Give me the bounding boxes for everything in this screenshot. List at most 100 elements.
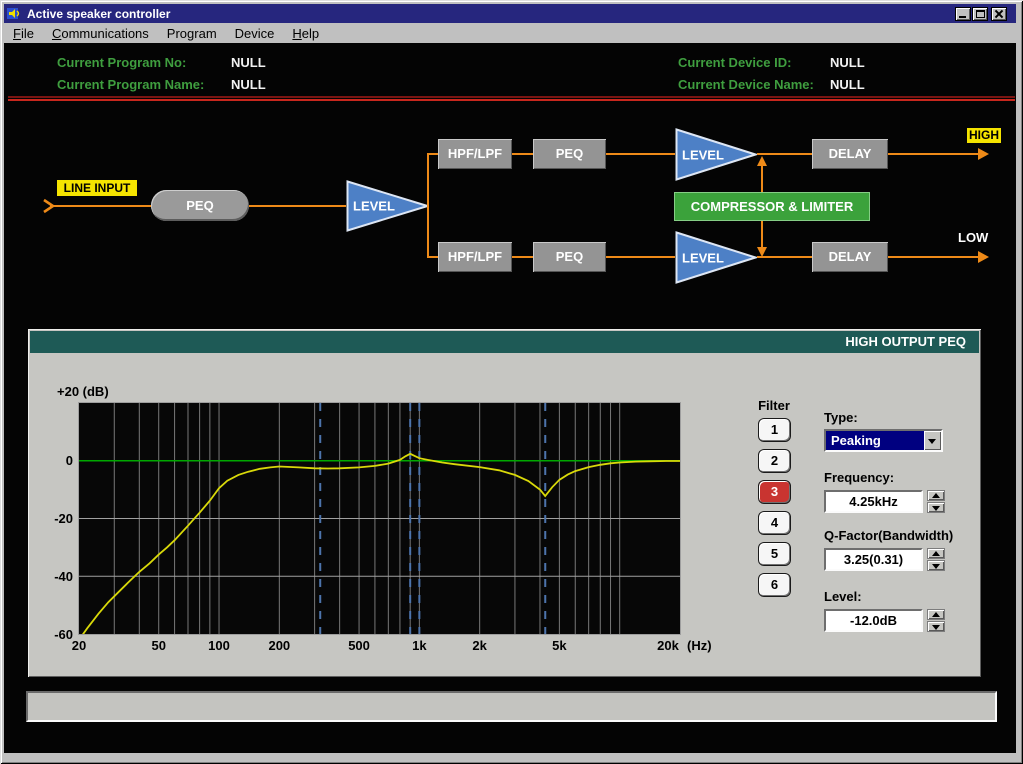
q-factor-input[interactable]: 3.25(0.31) [824, 548, 923, 571]
device-name-label: Current Device Name: [678, 77, 814, 92]
low-peq-node[interactable]: PEQ [533, 242, 606, 272]
high-hpf-node[interactable]: HPF/LPF [438, 139, 512, 169]
signal-line [427, 256, 438, 258]
signal-line [427, 153, 429, 258]
menu-item-device[interactable]: Device [226, 24, 284, 43]
x-axis-tick-label: 200 [257, 638, 301, 653]
chevron-up-icon [932, 493, 940, 498]
menu-bar: FileCommunicationsProgramDeviceHelp [4, 23, 1016, 43]
signal-line [512, 153, 533, 155]
chevron-down-icon [932, 506, 940, 511]
maximize-button[interactable] [972, 7, 988, 21]
level-spinner [927, 609, 945, 632]
signal-line [427, 153, 438, 155]
signal-line [606, 153, 675, 155]
q-factor-spin-up-button[interactable] [927, 548, 945, 559]
program-no-label: Current Program No: [57, 55, 186, 70]
signal-line [50, 205, 151, 207]
filter-button-6[interactable]: 6 [758, 573, 791, 597]
combo-dropdown-button[interactable] [924, 431, 941, 450]
chevron-up-icon [932, 551, 940, 556]
filter-type-select[interactable]: Peaking [824, 429, 943, 452]
window-controls [955, 7, 1007, 21]
window-title: Active speaker controller [27, 7, 955, 21]
signal-line [761, 164, 763, 192]
low-output-label: LOW [958, 230, 988, 245]
x-axis-tick-label: 100 [197, 638, 241, 653]
close-button[interactable] [991, 7, 1007, 21]
low-hpf-node[interactable]: HPF/LPF [438, 242, 512, 272]
app-window: Active speaker controller FileCommunicat… [0, 0, 1023, 764]
high-peq-node[interactable]: PEQ [533, 139, 606, 169]
filter-button-group: 1 2 3 4 5 6 [758, 418, 792, 604]
signal-line [888, 153, 978, 155]
compressor-limiter-node[interactable]: COMPRESSOR & LIMITER [674, 192, 870, 221]
signal-line [606, 256, 675, 258]
separator-line [8, 99, 1015, 101]
high-level-node[interactable]: LEVEL [675, 128, 757, 181]
frequency-spin-down-button[interactable] [927, 502, 945, 513]
line-input-label: LINE INPUT [57, 180, 137, 196]
app-icon [7, 6, 22, 21]
x-axis-unit-label: (Hz) [687, 638, 712, 653]
level-input[interactable]: -12.0dB [824, 609, 923, 632]
filter-section-label: Filter [752, 398, 796, 413]
type-label: Type: [824, 410, 858, 425]
maximize-icon [976, 10, 985, 18]
chevron-down-icon [932, 564, 940, 569]
level-spin-up-button[interactable] [927, 609, 945, 620]
filter-button-2[interactable]: 2 [758, 449, 791, 473]
frequency-spinner [927, 490, 945, 513]
chevron-up-icon [932, 612, 940, 617]
high-output-label: HIGH [967, 128, 1001, 143]
filter-button-5[interactable]: 5 [758, 542, 791, 566]
q-factor-spin-down-button[interactable] [927, 560, 945, 571]
filter-button-1[interactable]: 1 [758, 418, 791, 442]
program-name-value: NULL [231, 77, 266, 92]
chevron-down-icon [932, 625, 940, 630]
signal-line [249, 205, 346, 207]
y-axis-tick-label: -20 [41, 511, 73, 526]
level-label: Level: [824, 589, 862, 604]
low-delay-node[interactable]: DELAY [812, 242, 888, 272]
y-axis-tick-label: 0 [41, 453, 73, 468]
x-axis-tick-label: 20 [57, 638, 101, 653]
program-name-label: Current Program Name: [57, 77, 204, 92]
filter-button-4[interactable]: 4 [758, 511, 791, 535]
high-delay-node[interactable]: DELAY [812, 139, 888, 169]
menu-item-file[interactable]: File [4, 24, 43, 43]
x-axis-tick-label: 2k [458, 638, 502, 653]
low-level-label: LEVEL [682, 250, 724, 265]
low-level-node[interactable]: LEVEL [675, 231, 757, 284]
frequency-label: Frequency: [824, 470, 894, 485]
minimize-button[interactable] [955, 7, 971, 21]
filter-type-value: Peaking [826, 431, 924, 450]
signal-line [761, 221, 763, 248]
x-axis-tick-label: 50 [137, 638, 181, 653]
arrowhead-icon [978, 251, 989, 263]
y-axis-tick-label: -40 [41, 569, 73, 584]
q-factor-spinner [927, 548, 945, 571]
frequency-response-curve [79, 403, 680, 634]
level-spin-down-button[interactable] [927, 621, 945, 632]
x-axis-tick-label: 500 [337, 638, 381, 653]
filter-button-3[interactable]: 3 [758, 480, 791, 504]
arrowhead-icon [978, 148, 989, 160]
menu-item-communications[interactable]: Communications [43, 24, 158, 43]
frequency-spin-up-button[interactable] [927, 490, 945, 501]
input-level-node[interactable]: LEVEL [346, 180, 429, 232]
peq-panel-title: HIGH OUTPUT PEQ [30, 331, 979, 353]
minimize-icon [959, 16, 966, 18]
input-peq-node[interactable]: PEQ [151, 190, 249, 221]
program-no-value: NULL [231, 55, 266, 70]
x-axis-tick-label: 5k [537, 638, 581, 653]
title-bar: Active speaker controller [4, 4, 1016, 23]
menu-item-program[interactable]: Program [158, 24, 226, 43]
x-axis-tick-label: 1k [397, 638, 441, 653]
menu-item-help[interactable]: Help [283, 24, 328, 43]
frequency-input[interactable]: 4.25kHz [824, 490, 923, 513]
device-id-label: Current Device ID: [678, 55, 791, 70]
device-name-value: NULL [830, 77, 865, 92]
signal-line [512, 256, 533, 258]
input-level-label: LEVEL [353, 199, 395, 214]
